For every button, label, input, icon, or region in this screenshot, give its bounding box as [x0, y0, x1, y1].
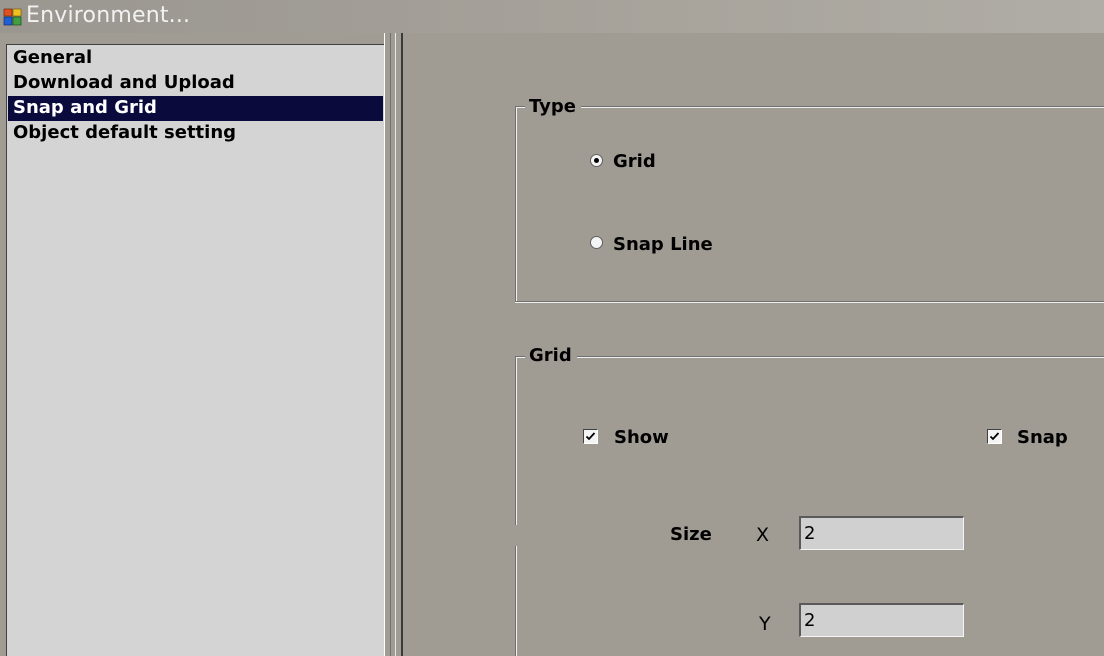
grid-radio[interactable]	[590, 154, 603, 167]
snapline-radio-label[interactable]: Snap Line	[613, 234, 713, 256]
content-border	[401, 33, 403, 656]
size-label: Size	[670, 524, 712, 545]
type-groupbox-bottom	[515, 301, 1104, 303]
snap-grid-label[interactable]: Snap	[1017, 427, 1068, 449]
splitter-grip	[390, 33, 396, 656]
grid-groupbox-lower	[515, 546, 1104, 656]
nav-item-object-default[interactable]: Object default setting	[8, 121, 383, 146]
settings-nav-panel: General Download and Upload Snap and Gri…	[0, 33, 401, 656]
grid-group-title: Grid	[525, 345, 577, 367]
nav-item-snap-grid[interactable]: Snap and Grid	[8, 96, 383, 121]
window-title: Environment...	[26, 3, 191, 28]
size-x-label: X	[756, 524, 770, 546]
environment-dialog: Environment... General Download and Uplo…	[0, 0, 1104, 656]
title-bar[interactable]: Environment...	[0, 0, 1104, 33]
size-y-input[interactable]	[799, 603, 964, 637]
type-groupbox	[515, 106, 1104, 303]
show-grid-label[interactable]: Show	[614, 427, 669, 449]
snap-grid-checkbox[interactable]	[987, 429, 1002, 444]
nav-item-general[interactable]: General	[8, 46, 383, 71]
size-y-label: Y	[759, 613, 771, 635]
size-x-input[interactable]	[799, 516, 964, 550]
checkmark-icon	[989, 432, 1000, 441]
radio-dot-icon	[594, 158, 599, 163]
settings-category-list[interactable]: General Download and Upload Snap and Gri…	[6, 44, 385, 656]
app-window-icon	[3, 8, 22, 26]
show-grid-checkbox[interactable]	[583, 429, 598, 444]
snapline-radio[interactable]	[590, 236, 603, 249]
grid-groupbox	[515, 356, 1104, 525]
checkmark-icon	[585, 432, 596, 441]
panel-splitter[interactable]	[384, 33, 402, 656]
grid-radio-label[interactable]: Grid	[613, 151, 656, 173]
type-group-title: Type	[525, 96, 581, 118]
nav-item-download-upload[interactable]: Download and Upload	[8, 71, 383, 96]
